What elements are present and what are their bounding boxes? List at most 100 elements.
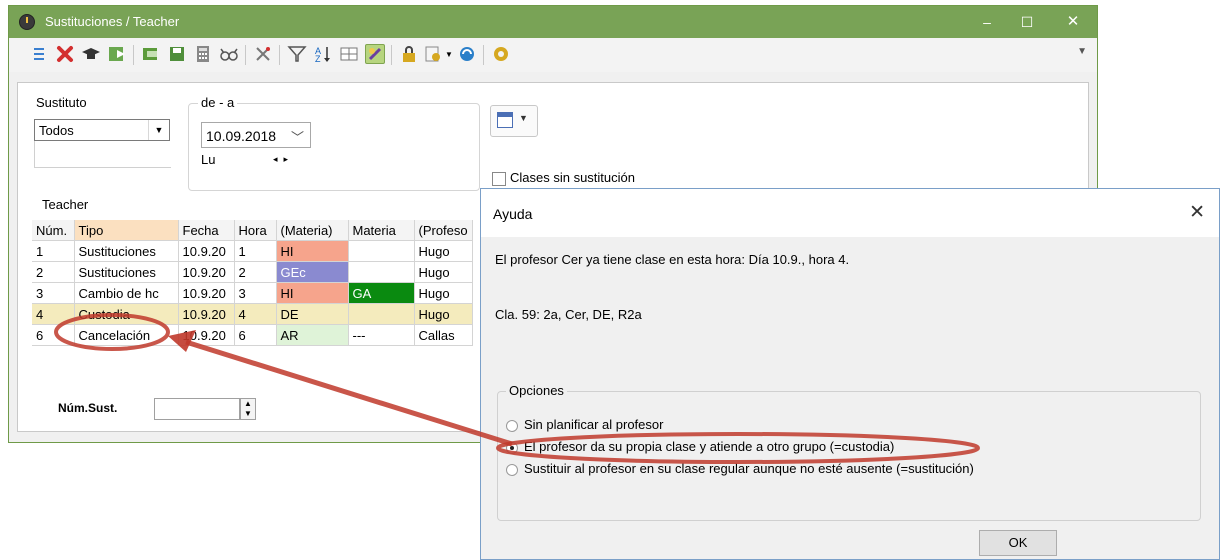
cell-profesor[interactable]: Hugo <box>414 282 473 304</box>
gear-icon[interactable] <box>491 44 511 64</box>
cell-materia-orig[interactable]: AR <box>276 324 349 346</box>
cell-tipo[interactable]: Sustituciones <box>74 261 179 283</box>
teacher-icon[interactable] <box>81 44 101 64</box>
option-label[interactable]: El profesor da su propia clase y atiende… <box>524 439 894 454</box>
chevron-down-icon[interactable]: ﹀ <box>291 127 304 146</box>
calculator-icon[interactable] <box>193 44 213 64</box>
column-header[interactable]: (Materia) <box>276 220 349 241</box>
date-picker[interactable]: 10.09.2018 ﹀ <box>201 122 311 148</box>
option-radio[interactable] <box>506 464 518 476</box>
cell-fecha[interactable]: 10.9.20 <box>178 240 235 262</box>
option-radio-selected[interactable] <box>506 442 518 454</box>
cell-profesor[interactable]: Callas <box>414 324 473 346</box>
column-header[interactable]: Núm. <box>32 220 75 241</box>
chevron-down-icon: ▼ <box>519 113 528 123</box>
cell-profesor[interactable]: Hugo <box>414 303 473 325</box>
ok-button[interactable]: OK <box>979 530 1057 556</box>
cell-tipo[interactable]: Custodia <box>74 303 179 325</box>
maximize-button[interactable]: ☐ <box>1009 10 1045 34</box>
cell-materia[interactable] <box>348 303 415 325</box>
save-icon[interactable] <box>167 44 187 64</box>
cell-num[interactable]: 1 <box>32 240 75 262</box>
cell-materia-orig[interactable]: HI <box>276 240 349 262</box>
cell-fecha[interactable]: 10.9.20 <box>178 261 235 283</box>
column-header[interactable]: Tipo <box>74 220 179 241</box>
dialog-title: Ayuda <box>493 206 533 222</box>
option-label[interactable]: Sin planificar al profesor <box>524 417 663 432</box>
title-bar[interactable]: Sustituciones / Teacher – ☐ ✕ <box>9 6 1097 38</box>
toolbar-overflow-icon[interactable]: ▼ <box>1077 46 1087 57</box>
column-header[interactable]: Materia <box>348 220 415 241</box>
refresh-icon[interactable] <box>457 44 477 64</box>
import-icon[interactable] <box>141 44 161 64</box>
num-sust-input[interactable] <box>154 398 240 420</box>
cell-profesor[interactable]: Hugo <box>414 240 473 262</box>
section-label: Teacher <box>42 197 89 212</box>
close-button[interactable]: ✕ <box>1055 10 1091 34</box>
column-header[interactable]: Hora <box>234 220 277 241</box>
cell-fecha[interactable]: 10.9.20 <box>178 282 235 304</box>
calendar-button[interactable]: ▼ <box>490 105 538 137</box>
option-label[interactable]: Sustituir al profesor en su clase regula… <box>524 461 974 476</box>
options-label: Opciones <box>506 383 567 398</box>
cell-materia[interactable] <box>348 261 415 283</box>
sustituto-select[interactable]: Todos ▼ <box>34 119 170 141</box>
cell-materia[interactable]: GA <box>348 282 415 304</box>
cell-hora[interactable]: 6 <box>234 324 277 346</box>
minimize-button[interactable]: – <box>969 10 1005 34</box>
cell-tipo[interactable]: Sustituciones <box>74 240 179 262</box>
chevron-down-icon[interactable]: ▼ <box>148 120 169 140</box>
sustituto-list-area <box>34 141 171 168</box>
dialog-title-bar[interactable]: Ayuda ✕ <box>481 189 1219 237</box>
cell-num[interactable]: 4 <box>32 303 75 325</box>
table-row-selected[interactable]: 4 Custodia 10.9.20 4 DE Hugo <box>32 303 473 325</box>
dialog-class-info: Cla. 59: 2a, Cer, DE, R2a <box>495 307 642 322</box>
substitutions-table: Núm. Tipo Fecha Hora (Materia) Materia (… <box>32 220 473 346</box>
tools-icon[interactable] <box>253 44 273 64</box>
sort-icon[interactable]: AZ <box>313 44 333 64</box>
column-header[interactable]: (Profeso <box>414 220 473 241</box>
table-row[interactable]: 6 Cancelación 10.9.20 6 AR --- Callas <box>32 324 473 346</box>
sustituto-value: Todos <box>39 123 74 138</box>
cell-materia-orig[interactable]: GEc <box>276 261 349 283</box>
options-group: Opciones Sin planificar al profesor El p… <box>497 383 1201 521</box>
sustituto-label: Sustituto <box>36 95 87 110</box>
table-row[interactable]: 1 Sustituciones 10.9.20 1 HI Hugo <box>32 240 473 262</box>
cell-materia-orig[interactable]: DE <box>276 303 349 325</box>
cell-tipo[interactable]: Cambio de hc <box>74 282 179 304</box>
dialog-message: El profesor Cer ya tiene clase en esta h… <box>495 252 850 267</box>
cell-hora[interactable]: 3 <box>234 282 277 304</box>
lock-icon[interactable] <box>399 44 419 64</box>
cell-num[interactable]: 2 <box>32 261 75 283</box>
cell-hora[interactable]: 1 <box>234 240 277 262</box>
cell-num[interactable]: 3 <box>32 282 75 304</box>
cell-hora[interactable]: 4 <box>234 303 277 325</box>
delete-icon[interactable] <box>55 44 75 64</box>
settings-dropdown-icon[interactable] <box>423 44 443 64</box>
export-icon[interactable] <box>107 44 127 64</box>
list-icon[interactable] <box>29 44 49 64</box>
cell-materia-orig[interactable]: HI <box>276 282 349 304</box>
cell-num[interactable]: 6 <box>32 324 75 346</box>
cell-fecha[interactable]: 10.9.20 <box>178 303 235 325</box>
table-row[interactable]: 3 Cambio de hc 10.9.20 3 HI GA Hugo <box>32 282 473 304</box>
column-header[interactable]: Fecha <box>178 220 235 241</box>
dropdown-arrow-icon[interactable]: ▼ <box>445 50 453 59</box>
glasses-icon[interactable] <box>219 44 239 64</box>
cell-tipo[interactable]: Cancelación <box>74 324 179 346</box>
filter-icon[interactable] <box>287 44 307 64</box>
cell-profesor[interactable]: Hugo <box>414 261 473 283</box>
day-nav-arrows[interactable]: ◂▸ <box>273 154 294 165</box>
edit-icon[interactable] <box>365 44 385 64</box>
dialog-close-button[interactable]: ✕ <box>1189 201 1205 224</box>
num-sust-spinner[interactable]: ▲ ▼ <box>240 398 256 420</box>
clases-sin-sustitucion-checkbox[interactable] <box>492 172 506 186</box>
table-row[interactable]: 2 Sustituciones 10.9.20 2 GEc Hugo <box>32 261 473 283</box>
option-radio[interactable] <box>506 420 518 432</box>
cell-fecha[interactable]: 10.9.20 <box>178 324 235 346</box>
grid-icon[interactable] <box>339 44 359 64</box>
cell-materia[interactable] <box>348 240 415 262</box>
cell-hora[interactable]: 2 <box>234 261 277 283</box>
cell-materia[interactable]: --- <box>348 324 415 346</box>
day-label: Lu <box>201 152 216 167</box>
